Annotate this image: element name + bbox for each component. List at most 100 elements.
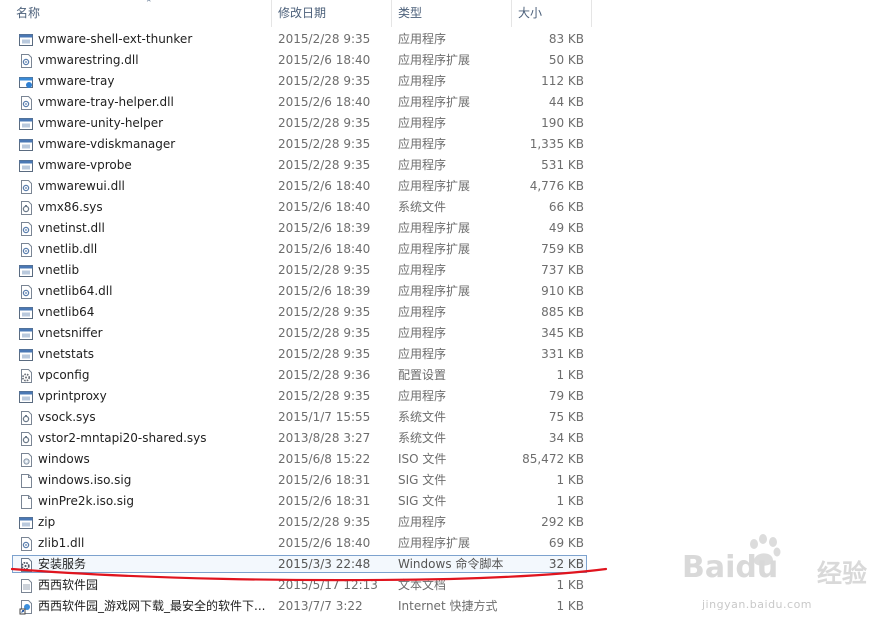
file-date: 2015/2/6 18:40 xyxy=(278,242,371,256)
file-date: 2015/6/8 15:22 xyxy=(278,452,371,466)
file-size: 531 KB xyxy=(541,158,584,172)
file-row[interactable]: 西西软件园_游戏网下载_最安全的软件下... 2013/7/7 3:22 Inter… xyxy=(0,596,600,617)
file-date: 2015/2/28 9:35 xyxy=(278,32,371,46)
file-row[interactable]: vmware-tray-helper.dll 2015/2/6 18:40 应用程序… xyxy=(0,92,600,113)
column-header-bar: 名称 ⌃ 修改日期 类型 大小 xyxy=(0,0,592,27)
dll-icon xyxy=(21,285,32,299)
file-date: 2015/2/6 18:40 xyxy=(278,95,371,109)
sys-file-icon xyxy=(21,411,32,425)
column-header-date[interactable]: 修改日期 xyxy=(272,0,392,27)
file-size: 1 KB xyxy=(556,578,584,592)
file-date: 2015/2/28 9:35 xyxy=(278,74,371,88)
file-date: 2013/8/28 3:27 xyxy=(278,431,371,445)
file-type: Internet 快捷方式 xyxy=(398,599,498,613)
watermark-brand: Baidu xyxy=(682,550,779,585)
file-name: 西西软件园_游戏网下载_最安全的软件下... xyxy=(38,599,266,613)
file-type: 系统文件 xyxy=(398,431,447,445)
file-row[interactable]: vstor2-mntapi20-shared.sys 2013/8/28 3:27… xyxy=(0,428,600,449)
file-row[interactable]: windows 2015/6/8 15:22 ISO 文件 85,472 KB xyxy=(0,449,600,470)
file-name: vmware-shell-ext-thunker xyxy=(38,32,193,46)
file-date: 2015/2/28 9:35 xyxy=(278,515,371,529)
file-row[interactable]: vmware-unity-helper 2015/2/28 9:35 应用程序 190… xyxy=(0,113,600,134)
file-row[interactable]: vmx86.sys 2015/2/6 18:40 系统文件 66 KB xyxy=(0,197,600,218)
column-header-type[interactable]: 类型 xyxy=(392,0,512,27)
file-type: 应用程序扩展 xyxy=(398,284,471,298)
file-date: 2015/3/3 22:48 xyxy=(278,557,371,571)
file-date: 2015/2/28 9:35 xyxy=(278,389,371,403)
file-row[interactable]: vmware-vdiskmanager 2015/2/28 9:35 应用程序 1,3… xyxy=(0,134,600,155)
file-size: 66 KB xyxy=(548,200,584,214)
file-type: 应用程序扩展 xyxy=(398,242,471,256)
file-size: 345 KB xyxy=(541,326,584,340)
file-row[interactable]: vmware-tray 2015/2/28 9:35 应用程序 112 KB xyxy=(0,71,600,92)
file-row[interactable]: vnetlib64 2015/2/28 9:35 应用程序 885 KB xyxy=(0,302,600,323)
file-type: 系统文件 xyxy=(398,200,447,214)
file-size: 85,472 KB xyxy=(522,452,584,466)
file-name: winPre2k.iso.sig xyxy=(38,494,134,508)
file-row[interactable]: vmwarewui.dll 2015/2/6 18:40 应用程序扩展 4,776 K… xyxy=(0,176,600,197)
file-date: 2015/2/6 18:40 xyxy=(278,536,371,550)
file-date: 2015/2/28 9:36 xyxy=(278,368,371,382)
file-name: vnetlib64 xyxy=(38,305,95,319)
file-row[interactable]: 西西软件园 2015/5/17 12:13 文本文档 1 KB xyxy=(0,575,600,596)
file-name: vnetstats xyxy=(38,347,95,361)
file-date: 2015/2/28 9:35 xyxy=(278,137,371,151)
file-size: 75 KB xyxy=(548,410,584,424)
dll-icon xyxy=(21,180,32,194)
app-icon xyxy=(19,328,33,340)
file-name: vpconfig xyxy=(38,368,90,382)
file-row[interactable]: vmware-shell-ext-thunker 2015/2/28 9:35 应用… xyxy=(0,29,600,50)
file-type: Windows 命令脚本 xyxy=(398,557,504,571)
watermark-suffix: 经验 xyxy=(817,559,868,588)
file-type: SIG 文件 xyxy=(398,494,447,508)
file-type: 配置设置 xyxy=(398,368,447,382)
column-header-date-label: 修改日期 xyxy=(278,6,327,20)
app-icon xyxy=(19,517,33,529)
file-row[interactable]: vmware-vprobe 2015/2/28 9:35 应用程序 531 KB xyxy=(0,155,600,176)
file-row[interactable]: vnetlib.dll 2015/2/6 18:40 应用程序扩展 759 KB xyxy=(0,239,600,260)
file-row[interactable]: vnetinst.dll 2015/2/6 18:39 应用程序扩展 49 KB xyxy=(0,218,600,239)
file-name: vmx86.sys xyxy=(38,200,103,214)
sys-file-icon xyxy=(21,201,32,215)
file-name: vprintproxy xyxy=(38,389,107,403)
file-row[interactable]: windows.iso.sig 2015/2/6 18:31 SIG 文件 1 KB xyxy=(0,470,600,491)
sort-ascending-icon: ⌃ xyxy=(145,0,153,9)
file-row[interactable]: vpconfig 2015/2/28 9:36 配置设置 1 KB xyxy=(0,365,600,386)
file-name: zlib1.dll xyxy=(38,536,85,550)
column-header-size[interactable]: 大小 xyxy=(512,0,592,27)
file-row[interactable]: vnetlib64.dll 2015/2/6 18:39 应用程序扩展 910 KB xyxy=(0,281,600,302)
file-type: 应用程序 xyxy=(398,326,447,340)
file-size: 44 KB xyxy=(548,95,584,109)
column-header-name[interactable]: 名称 ⌃ xyxy=(10,0,272,27)
file-row[interactable]: zip 2015/2/28 9:35 应用程序 292 KB xyxy=(0,512,600,533)
sys-file-icon xyxy=(21,432,32,446)
file-row[interactable]: vsock.sys 2015/1/7 15:55 系统文件 75 KB xyxy=(0,407,600,428)
file-type: 应用程序 xyxy=(398,389,447,403)
file-row[interactable]: winPre2k.iso.sig 2015/2/6 18:31 SIG 文件 1 KB xyxy=(0,491,600,512)
file-row[interactable]: vmwarestring.dll 2015/2/6 18:40 应用程序扩展 50 K… xyxy=(0,50,600,71)
file-type: 应用程序 xyxy=(398,74,447,88)
file-row[interactable]: vprintproxy 2015/2/28 9:35 应用程序 79 KB xyxy=(0,386,600,407)
file-type: 应用程序 xyxy=(398,137,447,151)
app-icon xyxy=(19,265,33,277)
file-type: 应用程序扩展 xyxy=(398,95,471,109)
file-row[interactable]: vnetsniffer 2015/2/28 9:35 应用程序 345 KB xyxy=(0,323,600,344)
file-type: 应用程序 xyxy=(398,305,447,319)
file-size: 32 KB xyxy=(548,557,584,571)
file-date: 2015/2/6 18:40 xyxy=(278,53,371,67)
file-date: 2015/2/28 9:35 xyxy=(278,326,371,340)
column-header-type-label: 类型 xyxy=(398,6,423,20)
file-row[interactable]: vnetstats 2015/2/28 9:35 应用程序 331 KB xyxy=(0,344,600,365)
file-name: windows.iso.sig xyxy=(38,473,132,487)
app-icon xyxy=(19,349,33,361)
file-row[interactable]: vnetlib 2015/2/28 9:35 应用程序 737 KB xyxy=(0,260,600,281)
file-row-selected[interactable]: 安装服务 2015/3/3 22:48 Windows 命令脚本 32 KB xyxy=(0,554,600,575)
file-date: 2015/2/6 18:31 xyxy=(278,494,371,508)
file-type: 应用程序扩展 xyxy=(398,53,471,67)
file-row[interactable]: zlib1.dll 2015/2/6 18:40 应用程序扩展 69 KB xyxy=(0,533,600,554)
file-type: 文本文档 xyxy=(398,578,447,592)
file-name: vmware-vdiskmanager xyxy=(38,137,176,151)
internet-shortcut-icon xyxy=(19,600,32,615)
file-size: 79 KB xyxy=(548,389,584,403)
file-date: 2015/2/6 18:40 xyxy=(278,179,371,193)
